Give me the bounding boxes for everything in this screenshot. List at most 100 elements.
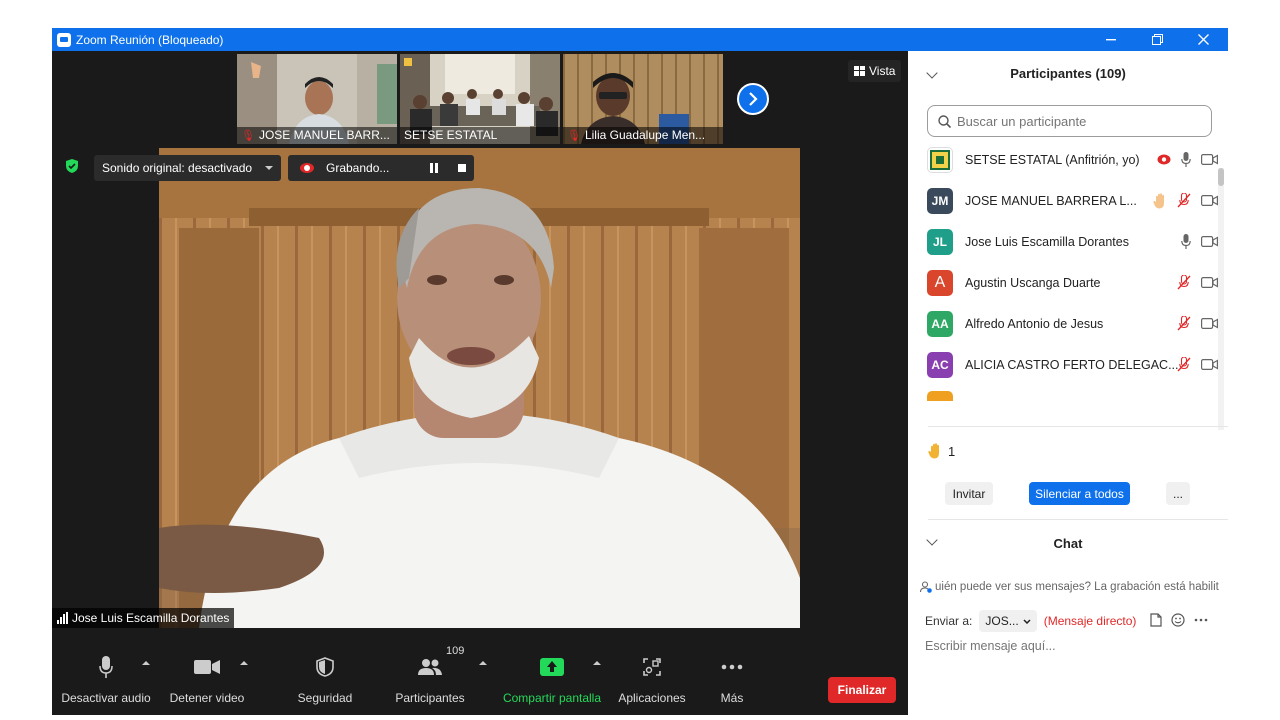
next-page-button[interactable] bbox=[737, 83, 769, 115]
participant-thumbnail[interactable]: 🎙︎ Lilia Guadalupe Men... bbox=[563, 54, 723, 144]
collapse-chevron-icon[interactable] bbox=[926, 67, 938, 79]
security-shield-icon bbox=[316, 657, 334, 677]
participant-name: Agustin Uscanga Duarte bbox=[965, 275, 1101, 290]
active-speaker-video bbox=[159, 148, 800, 628]
stop-video-button[interactable]: Detener video bbox=[167, 637, 247, 715]
chevron-right-icon bbox=[749, 92, 758, 106]
original-sound-toggle[interactable]: Sonido original: desactivado bbox=[94, 155, 281, 181]
participant-status-icons bbox=[1134, 316, 1218, 331]
security-button[interactable]: Seguridad bbox=[288, 637, 362, 715]
muted-mic-icon: 🎙︎ bbox=[241, 130, 255, 142]
avatar: JL bbox=[927, 228, 953, 255]
view-label: Vista bbox=[869, 64, 896, 78]
avatar bbox=[927, 391, 953, 401]
chat-recipient-row: Enviar a: JOS... (Mensaje directo) bbox=[925, 609, 1136, 633]
chat-notice-text: uién puede ver sus mensajes? La grabació… bbox=[935, 581, 1219, 593]
divider bbox=[928, 519, 1228, 520]
participant-search[interactable] bbox=[927, 105, 1212, 137]
recipient-dropdown[interactable]: JOS... bbox=[979, 610, 1037, 632]
participant-row[interactable]: AC ALICIA CASTRO FERTO DELEGAC... bbox=[908, 344, 1218, 385]
invite-button[interactable]: Invitar bbox=[945, 482, 993, 505]
search-input[interactable] bbox=[957, 113, 1197, 129]
thumbnail-label: 🎙︎ Lilia Guadalupe Men... bbox=[563, 127, 723, 144]
participant-row[interactable]: SETSE ESTATAL (Anfitrión, yo) bbox=[908, 139, 1218, 180]
participant-row[interactable] bbox=[908, 385, 1218, 401]
avatar: AA bbox=[927, 310, 953, 337]
participant-row[interactable]: A Agustin Uscanga Duarte bbox=[908, 262, 1218, 303]
apps-button[interactable]: Aplicaciones bbox=[614, 637, 690, 715]
apps-label: Aplicaciones bbox=[618, 691, 686, 705]
participant-name: Jose Luis Escamilla Dorantes bbox=[965, 234, 1129, 249]
participants-list: SETSE ESTATAL (Anfitrión, yo) JM JOSE MA… bbox=[908, 139, 1218, 401]
video-options-caret[interactable] bbox=[240, 661, 248, 665]
participant-thumbnail[interactable]: 🎙︎ JOSE MANUEL BARR... bbox=[237, 54, 397, 144]
participant-status-icons bbox=[1134, 234, 1218, 249]
more-label: Más bbox=[720, 691, 744, 705]
organization-logo-icon bbox=[930, 149, 950, 170]
more-dots-icon bbox=[721, 664, 743, 670]
security-shield-icon bbox=[66, 159, 78, 173]
direct-message-label: (Mensaje directo) bbox=[1043, 614, 1137, 628]
share-screen-button[interactable]: Compartir pantalla bbox=[500, 637, 604, 715]
chat-message-input[interactable] bbox=[925, 639, 1215, 653]
speaker-video-frame bbox=[159, 148, 800, 628]
video-camera-icon bbox=[1201, 318, 1218, 329]
participants-icon bbox=[418, 659, 442, 675]
muted-microphone-icon bbox=[1177, 275, 1191, 290]
more-dots-icon[interactable] bbox=[1194, 618, 1208, 622]
participant-row[interactable]: AA Alfredo Antonio de Jesus bbox=[908, 303, 1218, 344]
security-label: Seguridad bbox=[297, 691, 353, 705]
share-options-caret[interactable] bbox=[593, 661, 601, 665]
video-camera-icon bbox=[1201, 195, 1218, 206]
collapse-chevron-icon[interactable] bbox=[926, 534, 938, 546]
mute-all-button[interactable]: Silenciar a todos bbox=[1029, 482, 1130, 505]
mute-audio-button[interactable]: Desactivar audio bbox=[61, 637, 151, 715]
more-options-button[interactable]: ... bbox=[1166, 482, 1190, 505]
active-speaker-label: Jose Luis Escamilla Dorantes bbox=[52, 608, 235, 628]
participant-thumbnail[interactable]: SETSE ESTATAL bbox=[400, 54, 560, 144]
video-camera-icon bbox=[1201, 277, 1218, 288]
participant-row[interactable]: JL Jose Luis Escamilla Dorantes bbox=[908, 221, 1218, 262]
chevron-down-icon bbox=[1023, 618, 1031, 624]
participants-scrollbar[interactable] bbox=[1218, 168, 1224, 430]
participant-row[interactable]: JM JOSE MANUEL BARRERA L... bbox=[908, 180, 1218, 221]
stop-recording-button[interactable] bbox=[458, 164, 466, 172]
view-button[interactable]: Vista bbox=[848, 60, 902, 82]
microphone-icon bbox=[99, 656, 113, 678]
thumbnail-label: SETSE ESTATAL bbox=[400, 127, 560, 144]
microphone-icon bbox=[1181, 234, 1191, 249]
participant-name: SETSE ESTATAL (Anfitrión, yo) bbox=[965, 152, 1140, 167]
thumbnail-name: SETSE ESTATAL bbox=[404, 128, 498, 142]
thumbnail-name: JOSE MANUEL BARR... bbox=[258, 128, 390, 142]
recording-label: Grabando... bbox=[326, 161, 390, 175]
avatar bbox=[927, 146, 953, 173]
emoji-icon[interactable] bbox=[1171, 613, 1185, 627]
title-bar: Zoom Reunión (Bloqueado) bbox=[52, 28, 1228, 51]
chat-visibility-notice: uién puede ver sus mensajes? La grabació… bbox=[920, 579, 1228, 595]
pause-recording-button[interactable] bbox=[430, 163, 440, 173]
participant-status-icons bbox=[1134, 152, 1218, 167]
end-meeting-button[interactable]: Finalizar bbox=[828, 677, 896, 703]
muted-microphone-icon bbox=[1177, 357, 1191, 372]
user-info-icon bbox=[920, 581, 932, 593]
send-to-label: Enviar a: bbox=[925, 614, 973, 628]
minimize-button[interactable] bbox=[1088, 28, 1134, 51]
muted-microphone-icon bbox=[1177, 316, 1191, 331]
signal-strength-icon bbox=[57, 612, 68, 624]
meeting-toolbar: Desactivar audio Detener video Seguridad… bbox=[52, 637, 908, 715]
restore-button[interactable] bbox=[1134, 28, 1180, 51]
close-button[interactable] bbox=[1180, 28, 1226, 51]
file-icon[interactable] bbox=[1150, 613, 1162, 627]
video-area: 🎙︎ JOSE MANUEL BARR... SETSE ESTATAL 🎙︎ … bbox=[52, 51, 908, 715]
video-camera-icon bbox=[194, 660, 220, 674]
more-button[interactable]: Más bbox=[707, 637, 757, 715]
search-icon bbox=[938, 114, 951, 128]
video-camera-icon bbox=[1201, 359, 1218, 370]
audio-options-caret[interactable] bbox=[142, 661, 150, 665]
window-title: Zoom Reunión (Bloqueado) bbox=[76, 32, 224, 47]
participants-panel-header: Participantes (109) bbox=[908, 51, 1228, 95]
video-camera-icon bbox=[1201, 154, 1218, 165]
participants-options-caret[interactable] bbox=[479, 661, 487, 665]
thumbnail-label: 🎙︎ JOSE MANUEL BARR... bbox=[237, 127, 397, 144]
scrollbar-thumb[interactable] bbox=[1218, 168, 1224, 186]
